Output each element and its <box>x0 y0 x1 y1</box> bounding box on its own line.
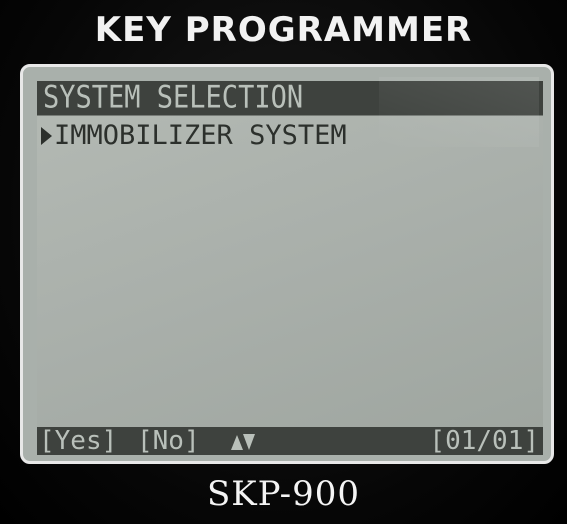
menu-item-label: IMMOBILIZER SYSTEM <box>54 120 347 151</box>
softkey-bar: [Yes] [No] [01/01] <box>37 427 543 455</box>
menu-item-immobilizer-system[interactable]: IMMOBILIZER SYSTEM <box>37 121 347 151</box>
model-label: SKP-900 <box>206 474 361 514</box>
lcd-screen: SYSTEM SELECTION IMMOBILIZER SYSTEM [Yes… <box>37 80 543 455</box>
up-down-arrows-icon[interactable] <box>227 432 257 452</box>
page-indicator: [01/01] <box>429 426 539 456</box>
yes-button[interactable]: [Yes] <box>39 427 117 455</box>
screen-bezel: SYSTEM SELECTION IMMOBILIZER SYSTEM [Yes… <box>20 64 554 464</box>
screen-title: SYSTEM SELECTION <box>37 80 543 116</box>
brand-label: KEY PROGRAMMER <box>94 10 473 50</box>
selection-arrow-icon <box>41 127 52 145</box>
no-button[interactable]: [No] <box>137 427 200 455</box>
device-body: KEY PROGRAMMER SYSTEM SELECTION IMMOBILI… <box>0 0 567 524</box>
